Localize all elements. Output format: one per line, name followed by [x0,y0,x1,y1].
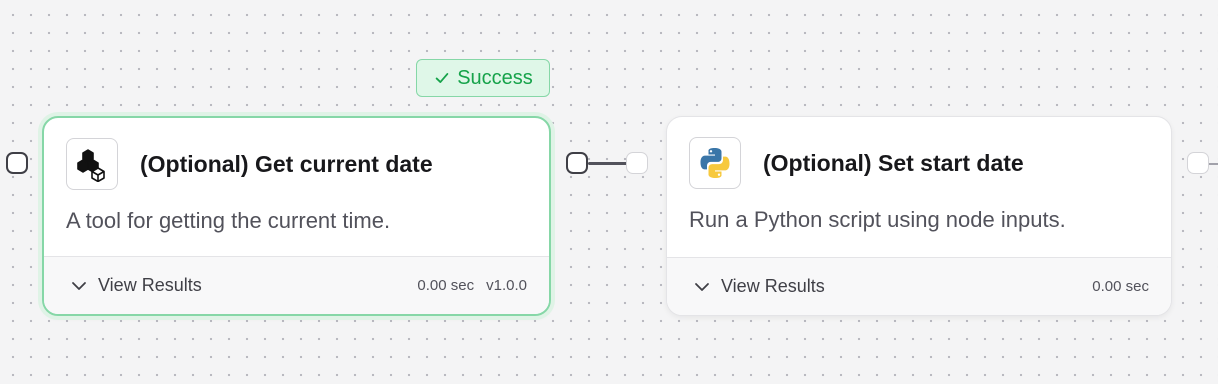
node-footer: View Results 0.00 sec [667,257,1171,315]
chevron-down-icon [72,281,86,290]
node-footer: View Results 0.00 sec v1.0.0 [44,256,549,314]
connector-edge[interactable] [588,162,628,165]
node-header: (Optional) Set start date [689,137,1024,189]
node-2-input-handle[interactable] [626,152,648,174]
node-2-output-handle[interactable] [1187,152,1209,174]
view-results-toggle[interactable]: View Results [70,275,202,296]
node-meta: 0.00 sec v1.0.0 [417,277,527,294]
view-results-label: View Results [98,275,202,295]
tool-version: v1.0.0 [486,277,527,294]
connector-edge-outgoing[interactable] [1208,163,1218,165]
node-title: (Optional) Get current date [140,150,433,177]
workflow-node-set-start-date[interactable]: (Optional) Set start date Run a Python s… [666,116,1172,316]
workflow-node-get-current-date[interactable]: (Optional) Get current date A tool for g… [42,116,551,316]
chevron-down-icon [695,282,709,291]
view-results-label: View Results [721,276,825,296]
status-badge-success: Success [416,59,550,97]
checkmark-icon [435,73,449,83]
node-meta: 0.00 sec [1092,278,1149,295]
view-results-toggle[interactable]: View Results [693,276,825,297]
node-header: (Optional) Get current date [66,138,433,190]
node-title: (Optional) Set start date [763,149,1024,176]
node-description: Run a Python script using node inputs. [689,207,1066,232]
run-duration: 0.00 sec [1092,278,1149,295]
cubes-icon [66,138,118,190]
node-description: A tool for getting the current time. [66,208,391,233]
run-duration: 0.00 sec [417,277,475,294]
python-icon [689,137,741,189]
status-badge-label: Success [457,66,533,89]
node-1-output-handle[interactable] [566,152,588,174]
node-1-input-handle[interactable] [6,152,28,174]
